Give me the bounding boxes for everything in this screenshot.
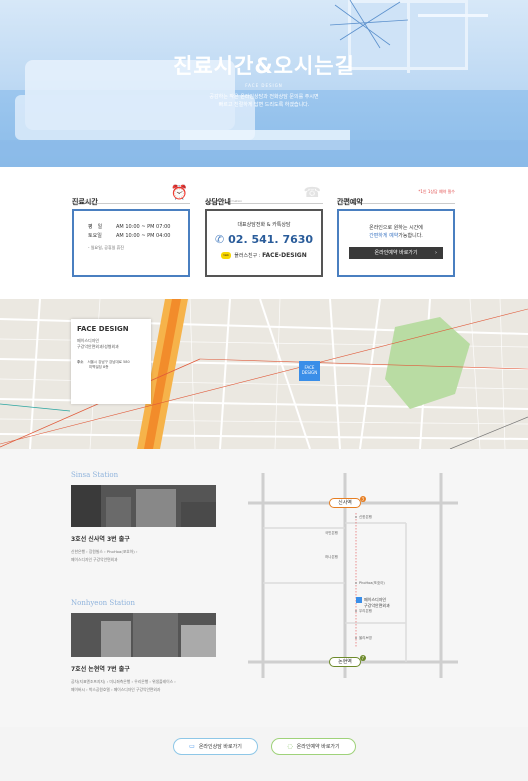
weekday-hours: 평 일 AM 10:00 ~ PM 07:00 xyxy=(88,224,171,230)
hero-subtitle: FACE DESIGN xyxy=(245,83,283,88)
hero-description: 공감하는 작은 온라인상담과 전화상담 문의를 주시면 빠르고 친절하게 답변 … xyxy=(209,94,319,108)
saturday-hours: 토요일 AM 10:00 ~ PM 04:00 xyxy=(88,233,171,239)
landmark-label: PhoHoa(포호아) xyxy=(359,581,385,585)
nonhyeon-street-photo xyxy=(71,613,216,657)
sinsa-station-label: 신사역 xyxy=(329,498,361,508)
arrow-right-icon: › xyxy=(435,250,437,256)
walking-route: 공차(지표엔조프지지) › 미니좌측은행 › 우리은행 › 위생플레이스 › 페… xyxy=(71,679,176,692)
station-exit: 7호선 논현역 7번 출구 xyxy=(71,666,130,673)
clinic-location-marker: 페이스디자인 구강악안면외과 xyxy=(356,597,390,608)
walking-route: 신한은행 › 장원빌스 › PhoHoa(포호아) › 페이스디자인 구강악안면… xyxy=(71,549,138,562)
kakaotalk-icon: talk xyxy=(221,252,232,259)
clock-icon: ⏰ xyxy=(170,185,188,201)
nonhyeon-station-label: 논현역 xyxy=(329,657,361,667)
directions-section: Sinsa Station 3호선 신사역 3번 출구 신한은행 › 장원빌스 … xyxy=(0,449,528,727)
page-title: 진료시간&오시는길 xyxy=(173,54,355,78)
phone-icon: ✆ xyxy=(214,233,225,246)
clinic-name: FACE DESIGN xyxy=(77,325,129,333)
online-reservation-button[interactable]: 온라인예약 바로가기 › xyxy=(349,247,443,259)
ceiling-lamp-decoration xyxy=(330,0,409,49)
landmark-label: 하나은행 xyxy=(325,555,338,559)
location-map[interactable]: FACE DESIGN 페이스디자인 구강악안면외과/성형외과 주소 서울시 강남… xyxy=(0,299,528,449)
monitor-icon: ▭ xyxy=(189,743,195,750)
nonhyeon-station-block: Nonhyeon Station 7호선 논현역 7번 출구 공차(지표엔조프지… xyxy=(71,599,216,694)
bottom-actions: ▭ 온라인상담 바로가기 ◌ 온라인예약 바로가기 xyxy=(0,727,528,781)
chat-icon: ◌ xyxy=(287,743,293,750)
consult-panel: 상담안내 Consultation information ☎ 대표상담전화 &… xyxy=(205,185,323,277)
hours-panel: 진료시간 Medical hours ⏰ 평 일 AM 10:00 ~ PM 07… xyxy=(72,185,190,277)
reserve-note: *1인 1상담 예약 필수 xyxy=(418,189,455,194)
landmark-label: 우리은행 xyxy=(359,609,372,613)
clinic-info-card: FACE DESIGN 페이스디자인 구강악안면외과/성형외과 주소 서울시 강남… xyxy=(71,319,151,404)
sinsa-station-block: Sinsa Station 3호선 신사역 3번 출구 신한은행 › 장원빌스 … xyxy=(71,471,216,564)
page: 진료시간&오시는길 FACE DESIGN 공감하는 작은 온라인상담과 전화상… xyxy=(0,0,528,781)
reserve-panel: 간편예약 Simple reserv *1인 1상담 예약 필수 온라인으로 원… xyxy=(337,189,455,277)
online-reserve-button[interactable]: ◌ 온라인예약 바로가기 xyxy=(271,738,356,755)
building-icon xyxy=(356,597,362,603)
kakao-plus-friend[interactable]: talk 플러스친구 : FACE-DESIGN xyxy=(213,252,315,259)
station-name: Sinsa Station xyxy=(71,471,119,479)
landmark-label: 신한은행 xyxy=(359,515,372,519)
landmark-label: 국민은행 xyxy=(325,531,338,535)
sinsa-street-photo xyxy=(71,485,216,527)
phone-outline-icon: ☎ xyxy=(303,185,321,201)
online-consult-button[interactable]: ▭ 온라인상담 바로가기 xyxy=(173,738,258,755)
phone-number[interactable]: ✆ 02. 541. 7630 xyxy=(213,233,315,246)
station-exit: 3호선 신사역 3번 출구 xyxy=(71,536,130,543)
landmark-label: 올리브영 xyxy=(359,636,372,640)
clinic-map-pin[interactable]: FACE DESIGN xyxy=(299,361,320,381)
station-name: Nonhyeon Station xyxy=(71,599,135,607)
clinic-address: 주소 서울시 강남구 강남대로 580 미벽빌딩 8층 xyxy=(77,360,130,369)
holiday-note: - 일요일, 공휴일 휴진 xyxy=(88,245,124,250)
hero-banner: 진료시간&오시는길 FACE DESIGN 공감하는 작은 온라인상담과 전화상… xyxy=(0,0,528,167)
info-section: 진료시간 Medical hours ⏰ 평 일 AM 10:00 ~ PM 07… xyxy=(0,167,528,299)
route-diagram: 3 7 신사역 논현역 신한은행 국민은행 PhoHoa(포호아) 하나은행 우… xyxy=(248,473,458,678)
